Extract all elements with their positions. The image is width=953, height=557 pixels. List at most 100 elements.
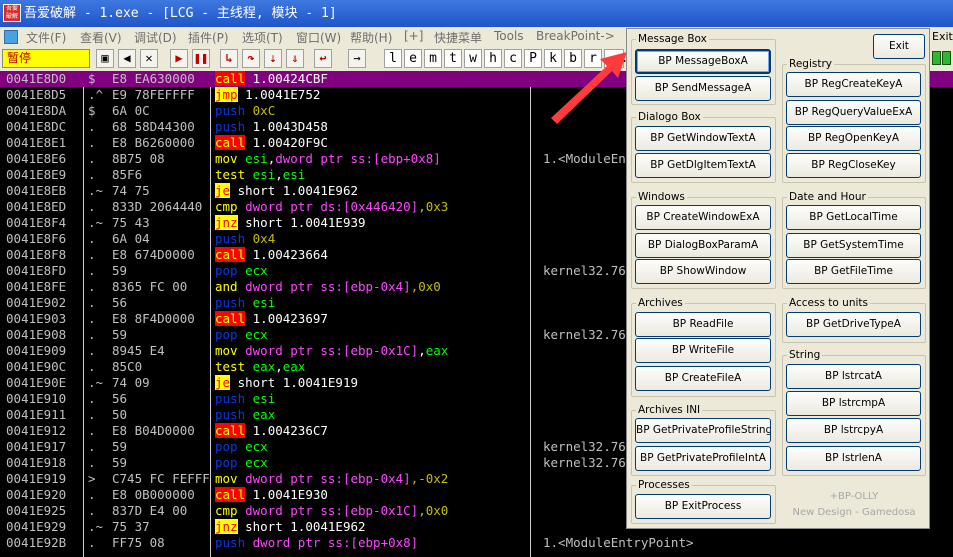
code-operand: short 1.0041E919	[237, 375, 359, 390]
background-exit-text[interactable]: Exit	[930, 27, 953, 47]
code-branch-mark: $	[88, 71, 96, 86]
bp-exitprocess-button[interactable]: BP ExitProcess	[635, 494, 771, 519]
run-icon[interactable]: ▶	[170, 49, 188, 68]
code-bytes: E8 B04D0000	[112, 423, 195, 438]
bp-lstrlena-button[interactable]: BP lstrlenA	[786, 446, 921, 471]
bp-getprivateprofilestringa-button[interactable]: BP GetPrivateProfileStringA	[635, 418, 771, 443]
bp-getdlgitemtexta-button[interactable]: BP GetDlgItemTextA	[635, 153, 771, 178]
code-row[interactable]: 0041E92B. FF75 08 push dword ptr ss:[ebp+0…	[0, 535, 953, 551]
code-instruction: push esi	[215, 295, 275, 311]
menu-plus[interactable]: [+]	[404, 29, 423, 43]
bp-writefile-button[interactable]: BP WriteFile	[635, 338, 771, 363]
code-bytes: 74 09	[112, 375, 150, 390]
code-operand: esi	[252, 391, 276, 406]
bp-getfiletime-button[interactable]: BP GetFileTime	[786, 259, 921, 284]
step-over-icon[interactable]: ↷	[242, 49, 260, 68]
bp-readfile-button[interactable]: BP ReadFile	[635, 312, 771, 337]
code-bytes: 75 37	[112, 519, 150, 534]
toolbar-letter-m[interactable]: m	[424, 49, 442, 68]
bp-getprivateprofileinta-button[interactable]: BP GetPrivateProfileIntA	[635, 446, 771, 471]
toolbar-letter-t[interactable]: t	[444, 49, 462, 68]
menu-debug[interactable]: 调试(D)	[134, 29, 177, 46]
code-address: 0041E8E6	[6, 151, 67, 166]
code-mnemonic: mov	[215, 471, 238, 486]
bp-lstrcata-button[interactable]: BP lstrcatA	[786, 364, 921, 389]
open-icon[interactable]: ▣	[96, 49, 114, 68]
menu-view[interactable]: 查看(V)	[80, 29, 122, 46]
code-bytes: 68 58D44300	[112, 119, 195, 134]
close-icon[interactable]: ✕	[140, 49, 158, 68]
code-instruction: call 1.00423697	[215, 311, 328, 327]
group-title: Archives	[636, 296, 685, 310]
code-address: 0041E920	[6, 487, 67, 502]
code-operand: 0xC	[252, 103, 276, 118]
bp-regclosekey-button[interactable]: BP RegCloseKey	[786, 153, 921, 178]
mdi-window-icon[interactable]	[4, 30, 18, 44]
code-branch-mark: .	[88, 535, 96, 550]
code-operand: ,	[418, 343, 426, 358]
bp-getwindowtexta-button[interactable]: BP GetWindowTextA	[635, 126, 771, 151]
menu-help[interactable]: 帮助(H)	[350, 29, 392, 46]
goto-icon[interactable]: →	[348, 49, 366, 68]
code-instruction: pop ecx	[215, 439, 268, 455]
code-address: 0041E8E1	[6, 135, 67, 150]
code-branch-mark: .	[88, 167, 96, 182]
bp-lstrcpya-button[interactable]: BP lstrcpyA	[786, 418, 921, 443]
bp-getlocaltime-button[interactable]: BP GetLocalTime	[786, 205, 921, 230]
exit-button[interactable]: Exit	[873, 34, 925, 59]
layout-icon[interactable]	[942, 51, 951, 65]
bp-sendmessagea-button[interactable]: BP SendMessageA	[635, 76, 771, 101]
code-address: 0041E8DC	[6, 119, 67, 134]
pause-icon[interactable]: ❚❚	[192, 49, 210, 68]
code-operand: 1.00424CBF	[252, 71, 328, 86]
toolbar-letter-e[interactable]: e	[404, 49, 422, 68]
code-operand: esi	[245, 151, 268, 166]
code-mnemonic: test	[215, 167, 246, 182]
toolbar-letter-P[interactable]: P	[524, 49, 542, 68]
menu-tools[interactable]: Tools	[494, 29, 524, 43]
layout-icon[interactable]	[932, 51, 941, 65]
bp-regcreatekeya-button[interactable]: BP RegCreateKeyA	[786, 72, 921, 97]
menu-window[interactable]: 窗口(W)	[296, 29, 341, 46]
bp-createwindowexa-button[interactable]: BP CreateWindowExA	[635, 205, 771, 230]
menu-plugins[interactable]: 插件(P)	[188, 29, 229, 46]
bp-regqueryvalueexa-button[interactable]: BP RegQueryValueExA	[786, 100, 921, 125]
menu-file[interactable]: 文件(F)	[26, 29, 66, 46]
bp-lstrcmpa-button[interactable]: BP lstrcmpA	[786, 391, 921, 416]
bp-getsystemtime-button[interactable]: BP GetSystemTime	[786, 233, 921, 258]
trace-over-icon[interactable]: ⇓	[286, 49, 304, 68]
code-operand: 1.004236C7	[252, 423, 328, 438]
menu-options[interactable]: 选项(T)	[242, 29, 283, 46]
bp-getdrivetypea-button[interactable]: BP GetDriveTypeA	[786, 312, 921, 337]
step-into-icon[interactable]: ↳	[220, 49, 238, 68]
code-operand: short 1.0041E962	[245, 519, 366, 534]
code-mnemonic: je	[215, 375, 231, 390]
code-branch-mark: .	[88, 439, 96, 454]
menu-shortcut[interactable]: 快捷菜单	[434, 29, 482, 46]
execute-till-return-icon[interactable]: ↩	[314, 49, 332, 68]
code-operand: dword ptr ss:[ebp+0x8]	[275, 151, 441, 166]
group-title: Message Box	[636, 32, 709, 46]
bp-showwindow-button[interactable]: BP ShowWindow	[635, 259, 771, 284]
bp-messageboxa-button[interactable]: BP MessageBoxA	[635, 49, 771, 74]
rewind-icon[interactable]: ◀	[118, 49, 136, 68]
toolbar-letter-l[interactable]: l	[384, 49, 402, 68]
credit-subtitle: New Design - Gamedosa	[792, 507, 916, 518]
code-branch-mark: .	[88, 503, 96, 518]
toolbar-letter-w[interactable]: w	[464, 49, 482, 68]
toolbar-letter-h[interactable]: h	[484, 49, 502, 68]
code-operand: short 1.0041E962	[237, 183, 359, 198]
bp-dialogboxparama-button[interactable]: BP DialogBoxParamA	[635, 233, 771, 258]
code-address: 0041E902	[6, 295, 67, 310]
code-address: 0041E90E	[6, 375, 67, 390]
toolbar-letter-c[interactable]: c	[504, 49, 522, 68]
code-mnemonic: call	[215, 247, 246, 262]
trace-into-icon[interactable]: ⇣	[264, 49, 282, 68]
code-mnemonic: call	[215, 135, 246, 150]
bp-createfilea-button[interactable]: BP CreateFileA	[635, 366, 771, 391]
bp-regopenkeya-button[interactable]: BP RegOpenKeyA	[786, 126, 921, 151]
code-address: 0041E8EB	[6, 183, 67, 198]
code-mnemonic: push	[215, 535, 246, 550]
code-bytes: 56	[112, 295, 128, 310]
code-address: 0041E8F4	[6, 215, 67, 230]
